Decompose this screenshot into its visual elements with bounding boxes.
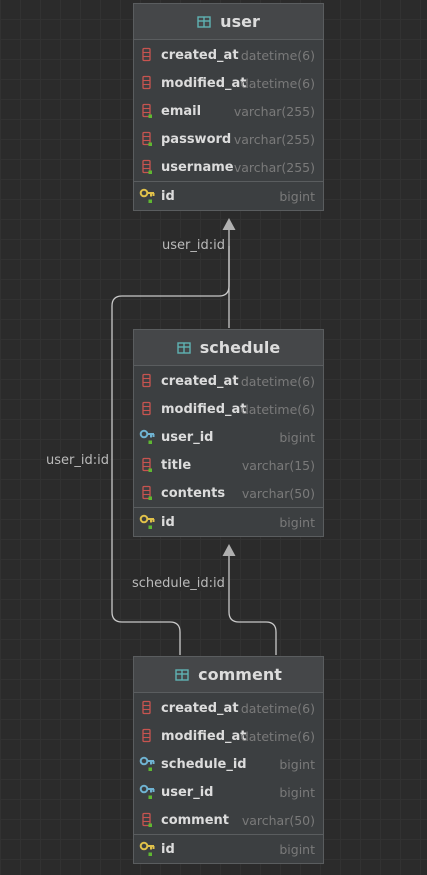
relation-arrow-schedule: [222, 544, 236, 556]
column-name: id: [161, 841, 175, 857]
foreign-key-icon: [139, 784, 155, 799]
column-icon: [142, 47, 151, 62]
relation-label-comment-user: user_id:id: [45, 453, 110, 468]
column-icon: [142, 75, 151, 90]
column-name: username: [161, 159, 234, 175]
column-row[interactable]: modified_at datetime(6): [134, 395, 323, 423]
column-name: created_at: [161, 47, 239, 63]
column-row[interactable]: username varchar(255): [134, 153, 323, 181]
column-name: schedule_id: [161, 756, 247, 772]
column-type: bigint: [279, 514, 315, 530]
column-type: datetime(6): [240, 401, 315, 417]
primary-key-section: id bigint: [134, 508, 323, 536]
foreign-key-icon: [139, 756, 155, 771]
column-name: created_at: [161, 700, 239, 716]
column-type: datetime(6): [240, 373, 315, 389]
primary-key-section: id bigint: [134, 182, 323, 210]
column-type: varchar(255): [233, 103, 315, 119]
table-user[interactable]: user created_at datetime(6) modified_at dat…: [133, 3, 324, 211]
column-name: modified_at: [161, 728, 247, 744]
column-row[interactable]: password varchar(255): [134, 125, 323, 153]
column-row[interactable]: id bigint: [134, 508, 323, 536]
column-row[interactable]: user_id bigint: [134, 778, 323, 806]
table-title: schedule: [199, 338, 281, 357]
column-row[interactable]: contents varchar(50): [134, 479, 323, 507]
table-comment[interactable]: comment created_at datetime(6) modified_at…: [133, 656, 324, 864]
column-not-null-icon: [142, 131, 152, 146]
column-icon: [142, 700, 151, 715]
column-name: id: [161, 188, 175, 204]
column-not-null-icon: [142, 159, 152, 174]
column-name: user_id: [161, 784, 214, 800]
column-type: varchar(50): [241, 812, 315, 828]
column-list: created_at datetime(6) modified_at datetime…: [134, 693, 323, 834]
column-type: bigint: [279, 784, 315, 800]
column-type: varchar(15): [241, 457, 315, 473]
column-type: datetime(6): [240, 728, 315, 744]
column-icon: [142, 373, 151, 388]
column-type: datetime(6): [240, 47, 315, 63]
table-title: user: [220, 12, 260, 31]
primary-key-section: id bigint: [134, 835, 323, 863]
relation-arrow-user: [222, 218, 236, 230]
column-not-null-icon: [142, 457, 152, 472]
column-row[interactable]: created_at datetime(6): [134, 367, 323, 395]
column-not-null-icon: [142, 812, 152, 827]
column-type: varchar(255): [233, 159, 315, 175]
column-row[interactable]: modified_at datetime(6): [134, 722, 323, 750]
foreign-key-icon: [139, 429, 155, 444]
column-row[interactable]: comment varchar(50): [134, 806, 323, 834]
column-type: datetime(6): [240, 700, 315, 716]
column-not-null-icon: [142, 103, 152, 118]
column-name: id: [161, 514, 175, 530]
table-icon: [175, 668, 189, 681]
column-name: modified_at: [161, 75, 247, 91]
column-type: bigint: [279, 841, 315, 857]
table-title: comment: [198, 665, 282, 684]
table-icon: [197, 15, 211, 28]
column-name: modified_at: [161, 401, 247, 417]
column-name: title: [161, 457, 192, 473]
column-icon: [142, 401, 151, 416]
table-icon: [177, 341, 191, 354]
column-type: datetime(6): [240, 75, 315, 91]
table-header[interactable]: schedule: [134, 330, 323, 366]
column-name: created_at: [161, 373, 239, 389]
primary-key-icon: [139, 514, 155, 529]
column-not-null-icon: [142, 485, 152, 500]
column-row[interactable]: modified_at datetime(6): [134, 69, 323, 97]
column-row[interactable]: created_at datetime(6): [134, 41, 323, 69]
column-name: comment: [161, 812, 230, 828]
column-name: email: [161, 103, 202, 119]
column-list: created_at datetime(6) modified_at datetime…: [134, 40, 323, 181]
column-type: bigint: [279, 429, 315, 445]
column-name: user_id: [161, 429, 214, 445]
column-type: varchar(50): [241, 485, 315, 501]
column-type: bigint: [279, 188, 315, 204]
column-row[interactable]: email varchar(255): [134, 97, 323, 125]
table-schedule[interactable]: schedule created_at datetime(6) modified_a…: [133, 329, 324, 537]
column-type: bigint: [279, 756, 315, 772]
relation-line-comment-schedule: [228, 556, 277, 655]
column-row[interactable]: id bigint: [134, 182, 323, 210]
column-type: varchar(255): [233, 131, 315, 147]
column-name: password: [161, 131, 232, 147]
column-list: created_at datetime(6) modified_at datetime…: [134, 366, 323, 507]
column-row[interactable]: user_id bigint: [134, 423, 323, 451]
column-row[interactable]: title varchar(15): [134, 451, 323, 479]
table-header[interactable]: comment: [134, 657, 323, 693]
primary-key-icon: [139, 841, 155, 856]
column-name: contents: [161, 485, 226, 501]
column-row[interactable]: created_at datetime(6): [134, 694, 323, 722]
relation-label-schedule-user: user_id:id: [161, 238, 226, 253]
relation-label-comment-schedule: schedule_id:id: [131, 576, 226, 591]
column-row[interactable]: id bigint: [134, 835, 323, 863]
column-row[interactable]: schedule_id bigint: [134, 750, 323, 778]
primary-key-icon: [139, 188, 155, 203]
table-header[interactable]: user: [134, 4, 323, 40]
column-icon: [142, 728, 151, 743]
